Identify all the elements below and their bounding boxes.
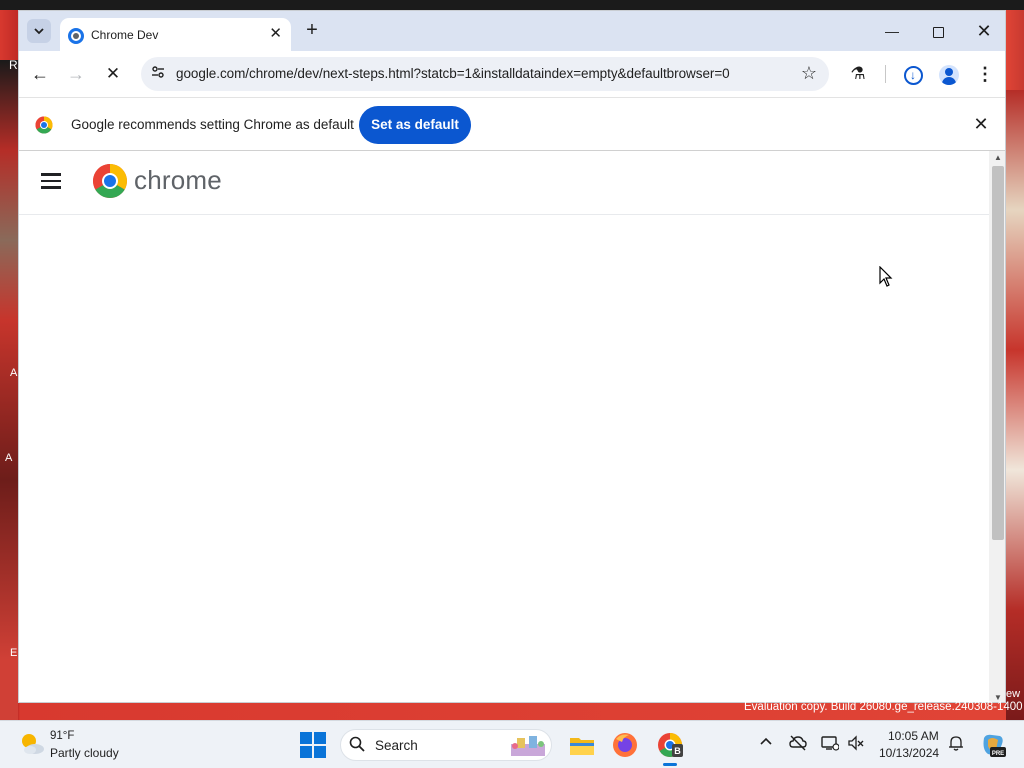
search-placeholder: Search [375,738,418,753]
scroll-up-arrow-icon[interactable]: ▲ [994,153,1002,162]
bookmark-star-icon[interactable]: ☆ [801,63,817,84]
downloads-button[interactable]: ↓ [900,61,926,87]
chrome-dev-icon: B [658,733,683,758]
partly-cloudy-icon[interactable] [18,730,46,758]
windows-taskbar: 91°F Partly cloudy Search B 10:05 AM 10/… [0,720,1024,768]
chevron-down-icon [34,28,44,35]
back-button[interactable]: ← [27,61,53,87]
desktop-edge-letter: R [9,58,18,72]
close-window-button[interactable]: ✕ [969,19,999,43]
search-icon [349,736,365,757]
onedrive-offline-icon[interactable] [788,735,808,755]
taskbar-search-box[interactable]: Search [340,729,552,761]
desktop-edge-letter: E [10,647,18,659]
hamburger-menu-icon[interactable] [41,173,61,189]
url-text[interactable]: google.com/chrome/dev/next-steps.html?st… [176,66,730,81]
weather-temperature[interactable]: 91°F [50,730,74,742]
stop-loading-button[interactable]: ✕ [100,61,126,87]
scrollbar-thumb[interactable] [992,166,1004,540]
site-info-icon[interactable] [149,65,167,83]
show-hidden-icons-chevron-icon[interactable] [756,735,776,755]
notification-bell-icon[interactable] [946,735,966,755]
desktop-edge-letter: A [10,367,18,379]
evaluation-watermark: Evaluation copy. Build 26080.ge_release.… [744,701,1023,713]
copilot-pre-icon[interactable]: PRE [980,732,1006,758]
network-icon[interactable] [820,735,840,755]
wallpaper-left-edge [0,60,18,720]
svg-text:B: B [674,746,681,756]
set-as-default-button[interactable]: Set as default [359,106,471,144]
desktop-edge-letter: A [5,452,13,464]
search-highlight-image [511,736,545,756]
address-bar[interactable]: google.com/chrome/dev/next-steps.html?st… [141,57,829,91]
menu-kebab-icon[interactable]: ⋮ [972,61,998,87]
maximize-icon [932,26,944,38]
infobar-close-icon[interactable]: ✕ [971,114,991,134]
browser-toolbar: ← → ✕ google.com/chrome/dev/next-steps.h… [19,51,1005,97]
clock-time[interactable]: 10:05 AM [888,729,939,743]
labs-flask-icon[interactable]: ⚗ [845,61,871,87]
mouse-cursor-icon [879,266,893,287]
forward-button[interactable]: → [63,61,89,87]
active-app-indicator [663,763,677,766]
new-tab-button[interactable]: + [301,20,323,42]
page-scrollbar[interactable]: ▲ ▼ [989,151,1005,702]
default-browser-infobar: Google recommends setting Chrome as defa… [19,97,1005,151]
file-explorer-icon[interactable] [567,730,597,760]
desktop-edge-fragment: ew [1006,688,1021,700]
tab-chrome-dev[interactable]: Chrome Dev ✕ [60,18,291,51]
chrome-dev-taskbar-button[interactable]: B [655,730,685,766]
svg-text:PRE: PRE [992,751,1004,757]
start-button[interactable] [300,732,326,758]
chrome-logo-icon[interactable] [92,163,128,199]
page-header: chrome [19,151,989,215]
tab-close-icon[interactable]: ✕ [269,26,282,42]
profile-button[interactable] [936,61,962,87]
chrome-dev-window: Chrome Dev ✕ + — ✕ ← → ✕ google.com/chro… [18,10,1006,703]
toolbar-divider [885,65,886,83]
wallpaper-right-edge [1006,90,1024,720]
tab-strip: Chrome Dev ✕ + — ✕ [19,11,1005,51]
maximize-button[interactable] [923,19,953,43]
volume-muted-icon[interactable] [846,735,866,755]
weather-description[interactable]: Partly cloudy [50,746,119,760]
infobar-message: Google recommends setting Chrome as defa… [71,117,354,132]
download-icon: ↓ [903,65,923,85]
page-content: chrome [19,151,989,702]
firefox-icon[interactable] [610,730,640,760]
tab-search-button[interactable] [27,19,51,43]
avatar-icon [939,65,959,86]
chrome-dev-favicon-icon [68,28,84,44]
tab-title: Chrome Dev [91,28,159,42]
wallpaper-stripe [0,0,1024,10]
minimize-button[interactable]: — [877,19,907,43]
chrome-wordmark[interactable]: chrome [134,165,222,196]
clock-date[interactable]: 10/13/2024 [879,746,939,760]
chrome-logo-icon [35,116,53,134]
